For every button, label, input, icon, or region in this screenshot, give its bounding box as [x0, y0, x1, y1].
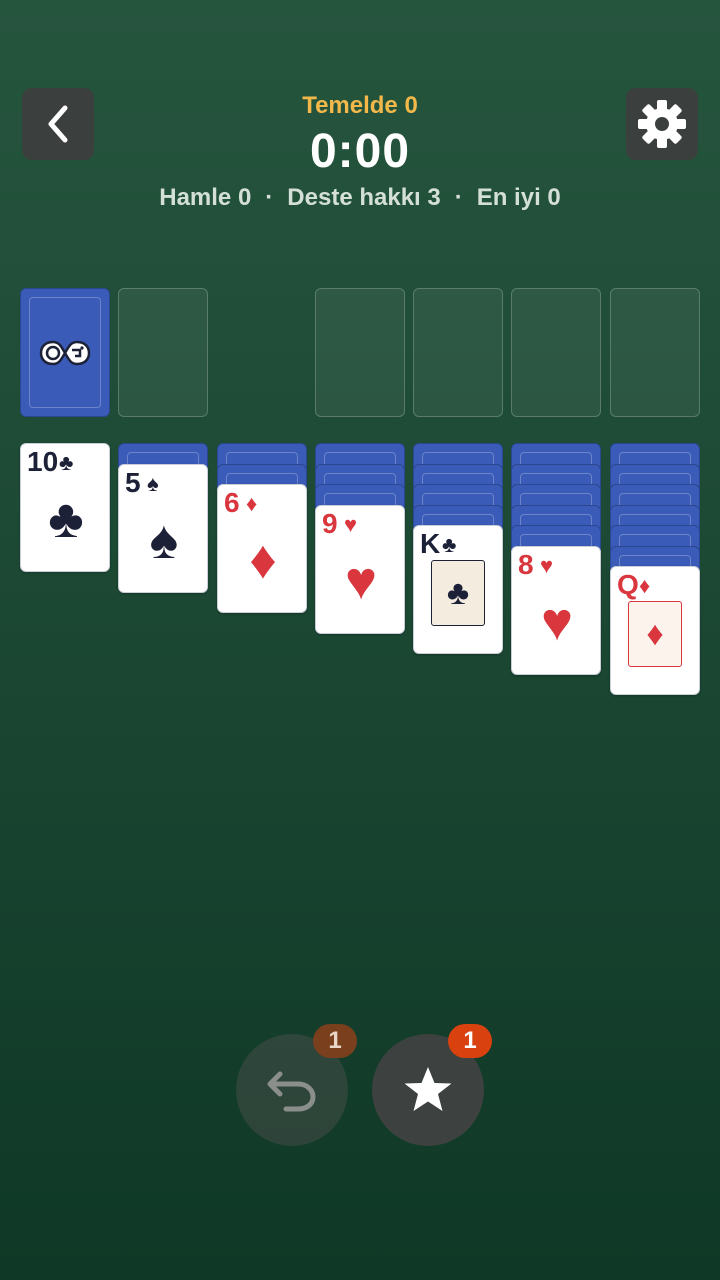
card-suit-small: ♠: [147, 470, 159, 496]
card-rank: Q: [617, 569, 639, 600]
tableau-card[interactable]: Q ♦ ♦: [610, 566, 700, 695]
card-suit-small: ♥: [344, 511, 358, 537]
deck-rounds: Deste hakkı 3: [287, 184, 441, 211]
card-rank: 5: [125, 466, 141, 498]
tableau-card[interactable]: 8 ♥ ♥: [511, 545, 601, 675]
separator: ·: [454, 184, 463, 211]
card-suit-big: ♦: [646, 614, 664, 653]
waste-pile[interactable]: [118, 288, 208, 417]
card-rank: 9: [322, 507, 338, 539]
star-icon: [404, 1067, 452, 1111]
card-suit-big: ♠: [149, 509, 179, 570]
foundation-4[interactable]: [610, 288, 700, 417]
card-suit-big: ♥: [540, 591, 574, 652]
card-rank: K: [420, 528, 441, 559]
foundation-1[interactable]: [315, 288, 405, 417]
tableau-card[interactable]: 9 ♥ ♥: [315, 504, 405, 634]
card-suit-small: ♦: [246, 491, 258, 516]
moves-count: Hamle 0: [159, 184, 252, 211]
stock-pile[interactable]: [20, 288, 110, 417]
hint-count-badge: 1: [448, 1024, 492, 1058]
undo-icon: [267, 1071, 316, 1112]
card-suit-small: ♥: [540, 552, 554, 578]
tableau-card[interactable]: 10 ♣ ♣: [20, 443, 110, 572]
tableau-card[interactable]: 6 ♦ ♦: [217, 484, 307, 613]
card-suit-big: ♦: [249, 530, 277, 590]
best-score: En iyi 0: [476, 184, 561, 211]
card-suit-small: ♦: [639, 573, 651, 598]
foundation-2[interactable]: [413, 288, 503, 417]
undo-count-badge: 1: [313, 1024, 357, 1058]
card-suit-big: ♣: [48, 489, 84, 549]
foundation-3[interactable]: [511, 288, 601, 417]
face-card-art: ♣: [431, 560, 485, 626]
card-suit-big: ♥: [344, 550, 378, 611]
card-suit-small: ♣: [59, 450, 74, 475]
tableau-card[interactable]: 5 ♠ ♠: [118, 463, 208, 593]
card-rank: 10: [27, 446, 59, 477]
card-rank: 6: [224, 487, 240, 518]
card-rank: 8: [518, 548, 534, 580]
gear-icon: [638, 100, 686, 148]
stats-bar: Hamle 0 · Deste hakkı 3 · En iyi 0: [0, 184, 720, 212]
foundation-count: Temelde 0: [302, 92, 418, 119]
settings-button[interactable]: [626, 88, 698, 160]
card-suit-small: ♣: [442, 532, 457, 557]
face-card-art: ♦: [628, 601, 682, 667]
separator: ·: [265, 184, 274, 211]
timer: 0:00: [309, 125, 411, 178]
card-suit-big: ♣: [446, 573, 470, 612]
tableau-card[interactable]: K ♣ ♣: [413, 525, 503, 654]
